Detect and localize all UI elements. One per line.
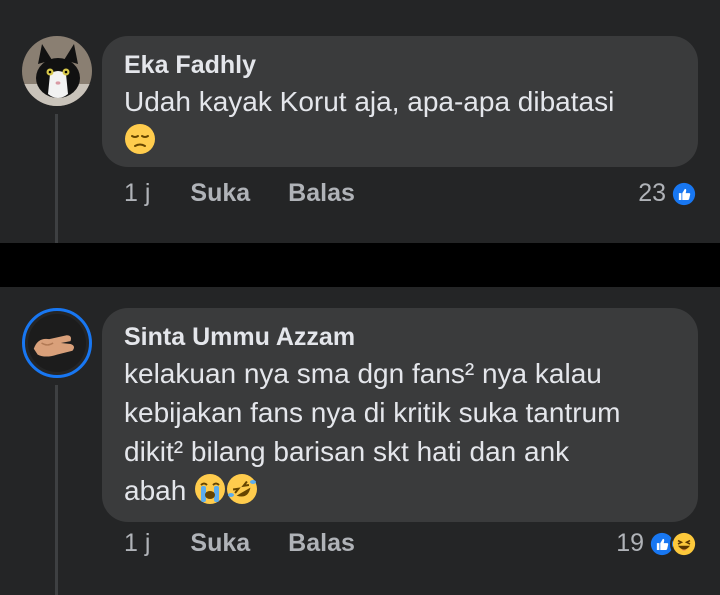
comment-actions: 1 j Suka Balas <box>124 529 393 558</box>
thread-line <box>55 385 58 595</box>
comment-time[interactable]: 1 j <box>124 179 150 208</box>
comment-panel-2: Sinta Ummu Azzam kelakuan nya sma dgn fa… <box>0 287 720 595</box>
comment-bubble: Eka Fadhly Udah kayak Korut aja, apa-apa… <box>102 36 698 167</box>
cat-avatar-icon <box>22 36 92 106</box>
comment-actions: 1 j Suka Balas <box>124 179 393 208</box>
comment-text: kelakuan nya sma dgn fans² nya kalau keb… <box>124 354 678 510</box>
reaction-summary[interactable]: 19 <box>616 529 698 558</box>
comment-panel-1: Eka Fadhly Udah kayak Korut aja, apa-apa… <box>0 0 720 243</box>
reaction-count: 19 <box>616 529 644 557</box>
reply-button[interactable]: Balas <box>288 179 355 208</box>
reaction-summary[interactable]: 23 <box>638 179 698 208</box>
comment-author[interactable]: Sinta Ummu Azzam <box>124 322 678 352</box>
comment-author[interactable]: Eka Fadhly <box>124 50 678 80</box>
rolling-laughing-face-icon <box>226 473 258 505</box>
like-button[interactable]: Suka <box>190 529 250 558</box>
like-reaction-icon <box>670 179 698 208</box>
loudly-crying-face-icon <box>194 473 226 505</box>
reply-button[interactable]: Balas <box>288 529 355 558</box>
pensive-face-icon <box>124 123 156 155</box>
comment-text-line: Udah kayak Korut aja, apa-apa dibatasi <box>124 86 615 117</box>
thread-line <box>55 114 58 243</box>
comment-time[interactable]: 1 j <box>124 529 150 558</box>
haha-reaction-icon <box>670 529 698 558</box>
comment-bubble: Sinta Ummu Azzam kelakuan nya sma dgn fa… <box>102 308 698 522</box>
comment-text-line: abah <box>124 475 187 506</box>
comment-text-line: dikit² bilang barisan skt hati dan ank <box>124 436 570 467</box>
avatar[interactable] <box>22 36 92 106</box>
like-button[interactable]: Suka <box>190 179 250 208</box>
comment-text: Udah kayak Korut aja, apa-apa dibatasi <box>124 82 678 160</box>
avatar[interactable] <box>22 308 92 378</box>
reaction-count: 23 <box>638 179 666 207</box>
comment-text-line: kebijakan fans nya di kritik suka tantru… <box>124 397 621 428</box>
comment-text-line: kelakuan nya sma dgn fans² nya kalau <box>124 358 602 389</box>
hand-avatar-icon <box>28 314 86 372</box>
